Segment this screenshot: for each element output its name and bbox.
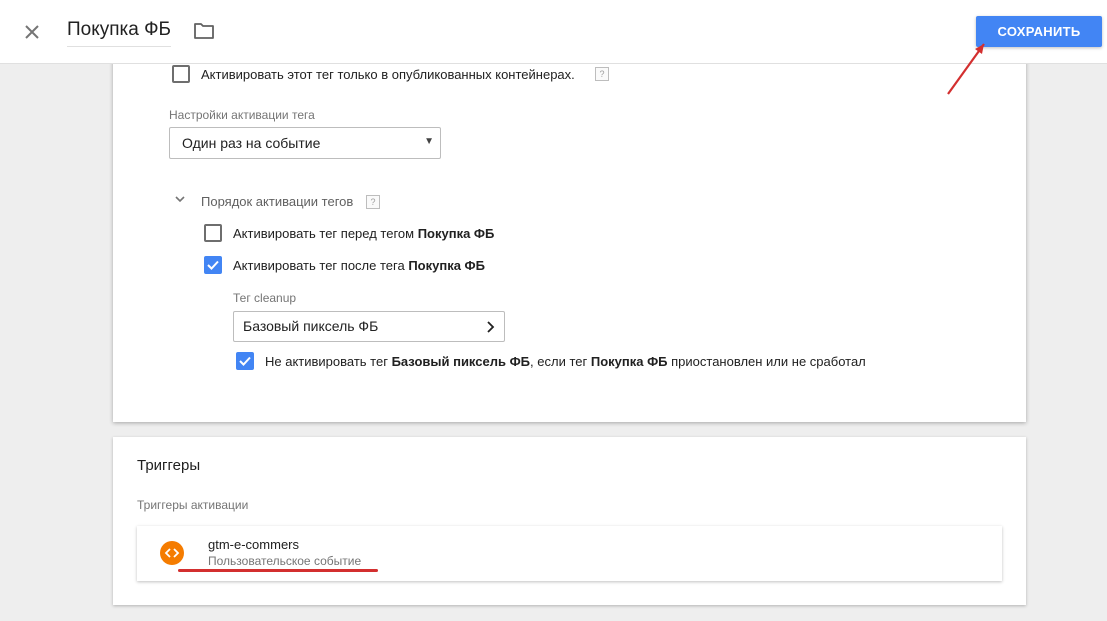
cleanup-tag-select[interactable]: Базовый пиксель ФБ xyxy=(233,311,505,342)
fire-before-checkbox[interactable] xyxy=(204,224,222,242)
close-icon[interactable] xyxy=(20,20,44,44)
chevron-down-icon[interactable] xyxy=(174,194,186,204)
checkmark-icon xyxy=(239,356,251,366)
fire-before-text: Активировать тег перед тегом xyxy=(233,226,418,241)
fire-before-tag: Покупка ФБ xyxy=(417,226,495,241)
firing-option-select[interactable]: Один раз на событие ▼ xyxy=(169,127,441,159)
publish-only-label: Активировать этот тег только в опубликов… xyxy=(201,67,575,82)
dont-fire-checkbox[interactable] xyxy=(236,352,254,370)
dropdown-arrow-icon: ▼ xyxy=(424,136,434,147)
dont-fire-label: Не активировать тег Базовый пиксель ФБ, … xyxy=(265,353,866,371)
trigger-type: Пользовательское событие xyxy=(208,554,362,568)
cleanup-tag-value: Базовый пиксель ФБ xyxy=(243,318,379,334)
triggers-subtitle: Триггеры активации xyxy=(137,498,249,512)
triggers-title: Триггеры xyxy=(137,457,201,474)
dont-fire-tag-2: Покупка ФБ xyxy=(590,354,668,369)
trigger-name: gtm-e-commers xyxy=(208,537,300,552)
fire-after-tag: Покупка ФБ xyxy=(408,258,485,273)
dont-fire-tag-1: Базовый пиксель ФБ xyxy=(391,354,531,369)
chevron-right-icon xyxy=(487,321,495,333)
publish-only-checkbox[interactable] xyxy=(172,65,190,83)
help-icon[interactable]: ? xyxy=(366,195,380,209)
checkmark-icon xyxy=(207,260,219,270)
code-icon xyxy=(160,541,184,565)
fire-after-label: Активировать тег после тега Покупка ФБ xyxy=(233,257,485,275)
annotation-underline xyxy=(178,569,378,572)
fire-after-checkbox[interactable] xyxy=(204,256,222,274)
trigger-item[interactable]: gtm-e-commers Пользовательское событие xyxy=(137,526,1002,581)
firing-option-value: Один раз на событие xyxy=(182,135,321,151)
fire-after-text: Активировать тег после тега xyxy=(233,258,409,273)
help-icon[interactable]: ? xyxy=(595,67,609,81)
sequencing-label[interactable]: Порядок активации тегов xyxy=(201,193,353,211)
save-button[interactable]: СОХРАНИТЬ xyxy=(976,16,1102,47)
triggers-card: Триггеры Триггеры активации gtm-e-commer… xyxy=(113,437,1026,605)
dont-fire-text-2: , если тег xyxy=(530,354,591,369)
fire-before-label: Активировать тег перед тегом Покупка ФБ xyxy=(233,225,494,243)
folder-icon[interactable] xyxy=(193,21,217,43)
firing-settings-label: Настройки активации тега xyxy=(169,108,315,122)
page-title[interactable]: Покупка ФБ xyxy=(67,18,172,47)
dont-fire-text-3: приостановлен или не сработал xyxy=(667,354,866,369)
cleanup-tag-label: Тег cleanup xyxy=(233,291,297,305)
top-bar: Покупка ФБ СОХРАНИТЬ xyxy=(0,0,1107,64)
dont-fire-text-1: Не активировать тег xyxy=(265,354,392,369)
